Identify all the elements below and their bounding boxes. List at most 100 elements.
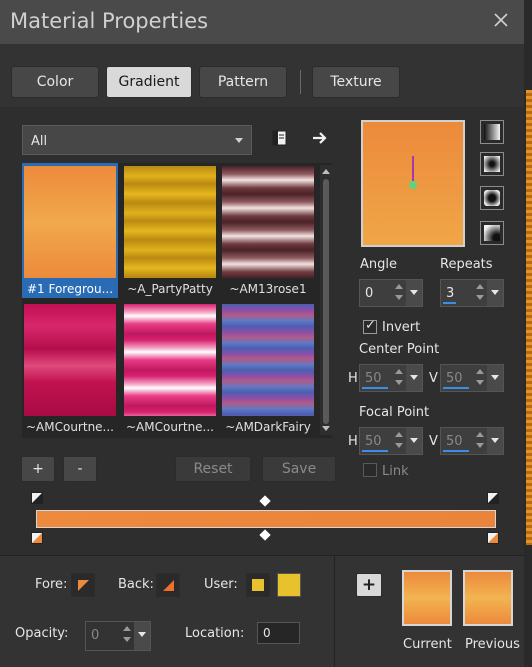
window-title: Material Properties [10,9,209,33]
link-checkbox[interactable] [363,463,377,477]
opacity-value: 0 [91,628,100,643]
chevron-down-icon[interactable] [406,280,422,306]
focal-v-value: 50 [446,434,463,449]
gradient-list-menu-icon[interactable] [270,128,290,148]
gradient-swatch [222,304,314,416]
gradient-swatch [24,304,116,416]
gradient-item[interactable]: ~A_PartyPatty [122,163,218,298]
spin-arrows-icon[interactable] [475,284,485,302]
repeats-level-bar [443,302,456,304]
add-to-swatches-button[interactable]: + [356,573,382,597]
center-v-spinbox[interactable]: 50 [440,364,504,392]
gradient-item[interactable]: ~AMCourtne... [122,301,218,436]
spin-arrows-icon[interactable] [122,626,132,644]
current-gradient-swatch[interactable] [402,570,452,626]
focal-v-spinbox[interactable]: 50 [440,427,504,455]
angle-value: 0 [365,286,374,301]
background-stop-button[interactable] [156,573,180,597]
repeats-value: 3 [446,286,455,301]
gradient-caption: ~AMDarkFairy [225,420,311,434]
opacity-label: Opacity: [15,626,69,641]
user-color-swatch[interactable] [277,573,301,597]
tab-texture[interactable]: Texture [312,66,400,98]
gradient-caption: #1 Foregrou... [26,282,114,296]
gradient-caption: ~A_PartyPatty [127,282,213,296]
chevron-down-icon[interactable] [487,365,503,391]
opacity-stop-right[interactable] [487,492,499,504]
spin-arrows-icon[interactable] [394,432,404,450]
chevron-down-icon [235,138,243,143]
angle-label: Angle [360,257,397,272]
invert-label: Invert [382,320,421,335]
spin-arrows-icon[interactable] [475,369,485,387]
chevron-down-icon[interactable] [406,365,422,391]
previous-gradient-swatch[interactable] [463,570,513,626]
close-icon[interactable] [492,11,510,29]
gradient-caption: ~AM13rose1 [229,282,307,296]
remove-gradient-button[interactable]: - [63,456,97,482]
user-label: User: [204,577,238,592]
focal-h-value: 50 [365,434,382,449]
rectangular-gradient-icon[interactable] [480,152,504,176]
gradient-item[interactable]: ~AM13rose1 [220,163,316,298]
angle-spinbox[interactable]: 0 [359,279,423,307]
radial-gradient-icon[interactable] [480,221,504,245]
chevron-down-icon[interactable] [487,280,503,306]
linear-gradient-icon[interactable] [480,120,504,144]
add-gradient-button[interactable]: + [21,456,55,482]
invert-checkbox[interactable] [363,318,377,334]
chevron-down-icon[interactable] [406,428,422,454]
spin-arrows-icon[interactable] [394,369,404,387]
foreground-stop-button[interactable] [71,573,95,597]
focal-v-label: V [429,434,438,449]
center-v-value: 50 [446,371,463,386]
spin-arrows-icon[interactable] [475,432,485,450]
user-stop-button[interactable] [246,573,270,597]
sunburst-gradient-icon[interactable] [480,186,504,210]
repeats-label: Repeats [440,257,493,272]
gradient-preview[interactable] [361,120,465,247]
repeats-spinbox[interactable]: 3 [440,279,504,307]
gradient-item[interactable]: ~AMCourtne... [22,301,118,436]
center-v-level-bar [443,387,469,389]
focal-h-label: H [348,434,358,449]
gradient-item[interactable]: ~AMDarkFairy [220,301,316,436]
current-label: Current [403,637,452,652]
scroll-thumb[interactable] [323,179,329,424]
tab-pattern[interactable]: Pattern [199,66,287,98]
location-field[interactable]: 0 [257,622,300,644]
opacity-spinbox[interactable]: 0 [85,621,151,651]
center-h-spinbox[interactable]: 50 [359,364,423,392]
gradient-caption: ~AMCourtne... [25,420,114,434]
arrow-right-icon[interactable] [310,128,330,148]
opacity-stop-left[interactable] [31,492,43,504]
back-label: Back: [118,577,154,592]
previous-label: Previous [465,637,520,652]
tab-color[interactable]: Color [11,66,99,98]
category-dropdown[interactable]: All [22,125,252,155]
center-h-value: 50 [365,371,382,386]
focal-h-spinbox[interactable]: 50 [359,427,423,455]
location-label: Location: [185,626,245,641]
gradient-caption: ~AMCourtne... [125,420,214,434]
fore-label: Fore: [35,577,68,592]
center-h-label: H [348,371,358,386]
chevron-down-icon[interactable] [134,622,150,650]
tab-gradient[interactable]: Gradient [106,66,192,98]
gradient-item[interactable]: #1 Foregrou... [22,163,118,298]
center-point-label: Center Point [359,342,440,357]
reset-button[interactable]: Reset [175,456,251,482]
save-button[interactable]: Save [262,456,336,482]
scroll-down-icon[interactable] [322,426,330,431]
spin-arrows-icon[interactable] [394,284,404,302]
gradient-editor-bar[interactable] [36,510,496,528]
focal-v-level-bar [443,450,469,452]
color-stop-left[interactable] [31,532,43,544]
scroll-up-icon[interactable] [322,169,330,174]
bottom-separator [334,556,335,667]
chevron-down-icon[interactable] [487,428,503,454]
gradient-swatch [124,166,216,278]
gallery-scrollbar[interactable] [320,165,332,435]
color-stop-right[interactable] [487,532,499,544]
gradient-swatch [24,166,116,278]
